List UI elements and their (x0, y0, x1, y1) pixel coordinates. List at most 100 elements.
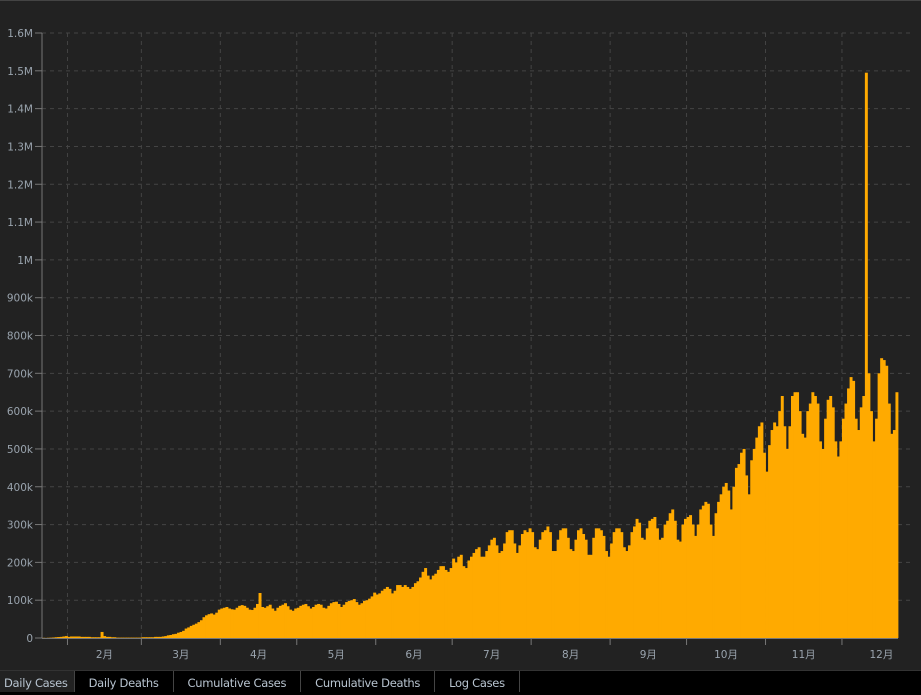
bar (597, 528, 600, 638)
bar (284, 603, 287, 638)
bar (552, 551, 555, 638)
bar (187, 627, 190, 638)
bar (681, 525, 684, 638)
bar (549, 532, 552, 638)
bar (529, 528, 532, 638)
bar (531, 532, 534, 638)
bar (78, 636, 81, 638)
y-tick-label: 1.5M (7, 66, 33, 78)
bar (781, 396, 784, 638)
bar (671, 509, 674, 638)
bar (261, 607, 264, 638)
bar (330, 603, 333, 638)
bar (256, 604, 259, 638)
bar (65, 636, 68, 638)
bar (794, 392, 797, 638)
bar (192, 625, 195, 638)
tab-cumulative-deaths[interactable]: Cumulative Deaths (301, 671, 435, 692)
bar (460, 555, 463, 638)
bar (559, 530, 562, 638)
bar (674, 521, 677, 638)
bar (75, 636, 78, 638)
bar (625, 551, 628, 638)
y-tick-label: 500k (7, 444, 34, 456)
bar (483, 557, 486, 638)
bar (842, 419, 845, 638)
bar (238, 606, 241, 638)
bar (735, 468, 738, 638)
bar (378, 593, 381, 638)
bar (618, 528, 621, 638)
bar (602, 536, 605, 638)
bar (169, 635, 172, 638)
bar (432, 576, 435, 638)
bar (297, 608, 300, 638)
bar (773, 422, 776, 638)
bar (806, 411, 809, 638)
bar (837, 457, 840, 639)
bar (613, 532, 616, 638)
bar (539, 540, 542, 638)
bar (315, 605, 318, 638)
bar (862, 396, 865, 638)
bar (631, 532, 634, 638)
bar (445, 570, 448, 638)
bar (679, 542, 682, 638)
bar (90, 637, 93, 638)
tab-log-cases[interactable]: Log Cases (435, 671, 520, 692)
bar (709, 525, 712, 638)
bar (149, 637, 152, 638)
bar (511, 530, 514, 638)
bar (429, 579, 432, 638)
bar (401, 587, 404, 638)
bar (521, 534, 524, 638)
bar (595, 528, 598, 638)
bar (414, 583, 417, 638)
x-tick-label: 8月 (562, 649, 579, 661)
bar (720, 494, 723, 638)
bar (738, 464, 741, 638)
bar (108, 637, 111, 638)
bar (381, 591, 384, 638)
bar (572, 551, 575, 638)
bar (824, 419, 827, 638)
bar (768, 445, 771, 638)
bar (434, 574, 437, 638)
bar (501, 551, 504, 638)
bar (699, 509, 702, 638)
tab-cumulative-cases[interactable]: Cumulative Cases (174, 671, 302, 692)
bar (322, 608, 325, 638)
tab-daily-deaths[interactable]: Daily Deaths (75, 671, 174, 692)
bar (485, 551, 488, 638)
daily-cases-chart: 0100k200k300k400k500k600k700k800k900k1M1… (0, 0, 921, 670)
bar (799, 411, 802, 638)
bar (236, 608, 239, 638)
bar (852, 381, 855, 638)
bar (524, 530, 527, 638)
bar (873, 441, 876, 638)
bar (304, 604, 307, 638)
bar (259, 593, 262, 638)
bar (439, 566, 442, 638)
bar (243, 606, 246, 638)
bar (564, 528, 567, 638)
bar (363, 601, 366, 638)
bar (503, 543, 506, 638)
x-tick-label: 12月 (870, 649, 894, 661)
bar (246, 608, 249, 638)
bar (185, 629, 188, 638)
bar (210, 613, 213, 638)
bar (750, 460, 753, 638)
x-tick-label: 6月 (405, 649, 422, 661)
bar (643, 540, 646, 638)
bar (488, 545, 491, 638)
bar (465, 568, 468, 638)
y-tick-label: 200k (7, 557, 34, 569)
bar (85, 637, 88, 638)
bar (190, 626, 193, 638)
bar (860, 407, 863, 638)
bar (391, 593, 394, 638)
tab-daily-cases[interactable]: Daily Cases (0, 671, 75, 692)
bar (93, 637, 96, 638)
bar (177, 633, 180, 638)
